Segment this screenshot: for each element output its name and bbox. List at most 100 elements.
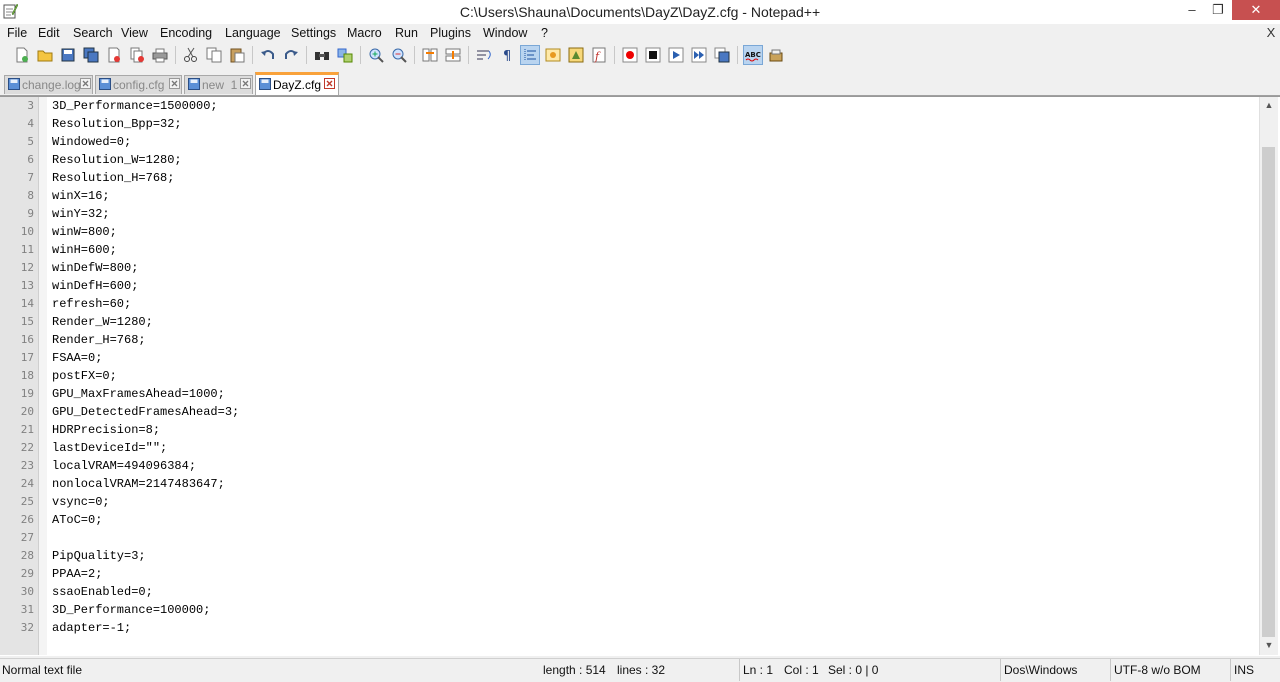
line-number: 9 [27,207,34,220]
redo-icon[interactable] [282,46,300,64]
code-line[interactable]: adapter=-1; [52,619,131,637]
cut-icon[interactable] [182,46,200,64]
scrollbar-thumb[interactable] [1262,147,1275,637]
toolbar-separator [737,46,738,64]
stop-macro-icon[interactable] [644,46,662,64]
code-line[interactable]: postFX=0; [52,367,117,385]
close-tab-icon[interactable] [80,78,91,89]
status-eol-format[interactable]: Dos\Windows [1000,659,1110,681]
menu-file[interactable]: File [7,24,27,42]
menu-macro[interactable]: Macro [347,24,382,42]
maximize-button[interactable]: ❐ [1204,0,1232,22]
menu-window[interactable]: Window [483,24,527,42]
fold-margin[interactable] [39,97,47,655]
indent-guide-icon[interactable] [520,45,540,65]
code-line[interactable]: localVRAM=494096384; [52,457,196,475]
minimize-button[interactable]: ‒ [1178,0,1206,22]
status-insert-mode[interactable]: INS [1230,659,1278,681]
code-line[interactable]: winY=32; [52,205,110,223]
saved-file-icon [188,78,200,90]
code-line[interactable]: vsync=0; [52,493,110,511]
code-line[interactable]: AToC=0; [52,511,102,529]
close-tab-icon[interactable] [169,78,180,89]
copy-icon[interactable] [205,46,223,64]
menu-plugins[interactable]: Plugins [430,24,471,42]
close-tab-icon[interactable] [240,78,251,89]
close-window-button[interactable]: ✕ [1232,0,1280,20]
record-macro-icon[interactable] [621,46,639,64]
user-language-icon[interactable] [544,46,562,64]
menu-view[interactable]: View [121,24,148,42]
spell-check-icon[interactable]: ABC [743,45,763,65]
code-line[interactable]: FSAA=0; [52,349,102,367]
paste-icon[interactable] [228,46,246,64]
tab-change-log[interactable]: change.log [4,75,93,94]
code-line[interactable]: winDefW=800; [52,259,138,277]
close-document-button[interactable]: X [1264,24,1278,42]
saved-file-icon [259,78,271,90]
code-line[interactable]: winDefH=600; [52,277,138,295]
code-line[interactable]: nonlocalVRAM=2147483647; [52,475,225,493]
menu-edit[interactable]: Edit [38,24,60,42]
zoom-out-icon[interactable] [390,46,408,64]
close-all-icon[interactable] [128,46,146,64]
tab-new-1[interactable]: new 1 [184,75,253,94]
code-line[interactable]: Render_H=768; [52,331,146,349]
code-line[interactable]: lastDeviceId=""; [52,439,167,457]
status-encoding[interactable]: UTF-8 w/o BOM [1110,659,1230,681]
code-line[interactable]: PPAA=2; [52,565,102,583]
line-number: 3 [27,99,34,112]
new-file-icon[interactable] [13,46,31,64]
run-macro-multiple-icon[interactable] [690,46,708,64]
code-line[interactable]: Windowed=0; [52,133,131,151]
undo-icon[interactable] [259,46,277,64]
save-macro-icon[interactable] [713,46,731,64]
menu-language[interactable]: Language [225,24,281,42]
line-number: 25 [20,495,34,508]
zoom-in-icon[interactable] [367,46,385,64]
close-tab-icon[interactable] [324,78,335,89]
code-line[interactable]: Resolution_W=1280; [52,151,182,169]
menu-settings[interactable]: Settings [291,24,336,42]
code-line[interactable]: Resolution_H=768; [52,169,174,187]
code-line[interactable]: refresh=60; [52,295,131,313]
scroll-down-arrow-icon[interactable]: ▼ [1260,637,1278,654]
menu-search[interactable]: Search [73,24,113,42]
find-icon[interactable] [313,46,331,64]
scroll-up-arrow-icon[interactable]: ▲ [1260,97,1278,114]
line-number: 12 [20,261,34,274]
print-icon[interactable] [151,46,169,64]
menu-run[interactable]: Run [395,24,418,42]
document-map-icon[interactable] [567,46,585,64]
word-wrap-icon[interactable] [475,46,493,64]
code-line[interactable]: 3D_Performance=1500000; [52,97,218,115]
replace-icon[interactable] [336,46,354,64]
plugin-icon[interactable] [767,46,785,64]
close-icon[interactable] [105,46,123,64]
sync-horizontal-icon[interactable] [444,46,462,64]
save-icon[interactable] [59,46,77,64]
code-line[interactable]: GPU_DetectedFramesAhead=3; [52,403,239,421]
code-line[interactable]: Render_W=1280; [52,313,153,331]
code-line[interactable]: HDRPrecision=8; [52,421,160,439]
vertical-scrollbar[interactable]: ▲ ▼ [1259,97,1278,655]
text-editor[interactable]: 3 4 5 6 7 8 9 10 11 12 13 14 15 16 17 18… [0,96,1280,656]
function-list-icon[interactable]: f [590,46,608,64]
code-line[interactable]: ssaoEnabled=0; [52,583,153,601]
code-line[interactable]: winW=800; [52,223,117,241]
save-all-icon[interactable] [82,46,100,64]
code-line[interactable]: GPU_MaxFramesAhead=1000; [52,385,225,403]
code-line[interactable]: Resolution_Bpp=32; [52,115,182,133]
open-file-icon[interactable] [36,46,54,64]
menu-encoding[interactable]: Encoding [160,24,212,42]
play-macro-icon[interactable] [667,46,685,64]
sync-vertical-icon[interactable] [421,46,439,64]
show-all-chars-icon[interactable]: ¶ [498,46,516,64]
tab-dayz-cfg[interactable]: DayZ.cfg [255,72,339,95]
tab-config-cfg[interactable]: config.cfg [95,75,182,94]
code-line[interactable]: 3D_Performance=100000; [52,601,210,619]
code-line[interactable]: winH=600; [52,241,117,259]
menu-help[interactable]: ? [541,24,548,42]
code-line[interactable]: PipQuality=3; [52,547,146,565]
code-line[interactable]: winX=16; [52,187,110,205]
